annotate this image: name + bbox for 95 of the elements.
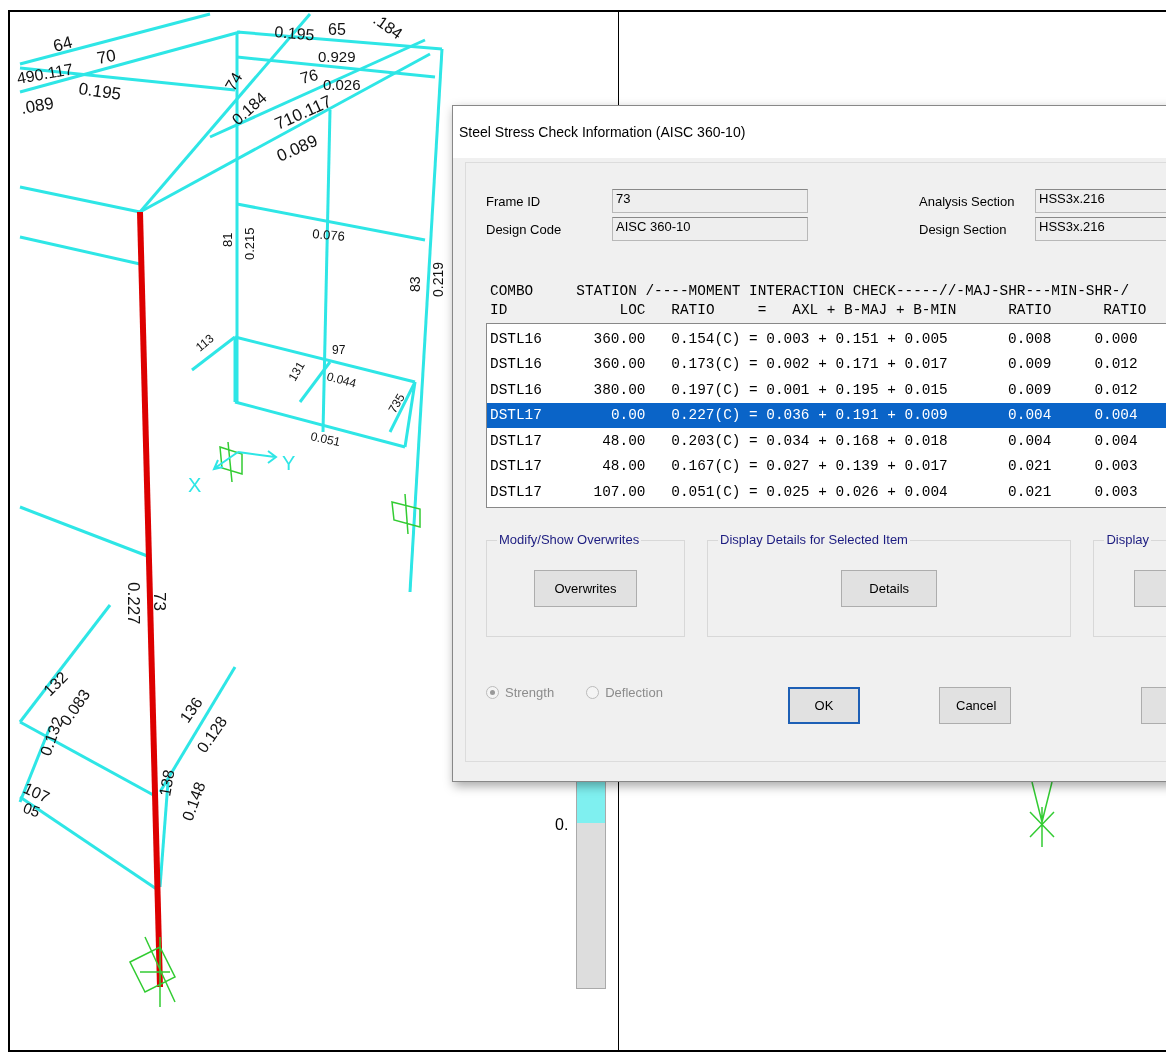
table-cell-text: 0.173(C) = 0.002 + 0.171 + 0.017 [670, 356, 948, 373]
axis-label: X [188, 474, 202, 496]
table-cell-text: 0.021 [1007, 458, 1052, 475]
table-cell-text: 0.012 [1093, 381, 1138, 398]
member-label: 131 [285, 359, 308, 384]
table-cell-text: 0.154(C) = 0.003 + 0.151 + 0.005 [670, 330, 948, 347]
member-label: 65 [328, 21, 346, 38]
member-label: 0.219 [430, 261, 446, 297]
table-cell-text: DSTL16 [490, 356, 543, 373]
table-cell-text: DSTL17 [490, 483, 543, 500]
axis-icon [212, 450, 278, 471]
table-cell-text: 0.009 [1007, 356, 1052, 373]
table-cell-text: DSTL16 [490, 330, 543, 347]
support-icon [129, 936, 176, 1008]
dialog-button[interactable]: OK [788, 686, 860, 724]
support-icon [391, 493, 421, 535]
member-label: 490.117 [15, 60, 75, 87]
result-row[interactable]: DSTL17 48.00 0.167(C) = 0.027 + 0.139 + 0.017 0.021 0.003 [487, 453, 1166, 479]
member-label: 70 [95, 45, 118, 68]
table-cell-text: 0.008 [1007, 330, 1052, 347]
table-cell-text: 0.227(C) = 0.036 + 0.191 + 0.009 [670, 407, 948, 424]
column-header: COMBO STATION /----MOMENT INTERACTION CHECK-----//-MAJ-SHR---MIN-SHR-/ [490, 283, 1131, 301]
table-cell-text: 0.004 [1007, 432, 1052, 449]
member-label: 0.044 [325, 369, 358, 391]
readonly-field[interactable]: 73 [612, 189, 808, 213]
readonly-field[interactable]: HSS3x.216 [1035, 189, 1166, 213]
member-label: 64 [51, 32, 75, 56]
member-label: 0.076 [311, 226, 346, 244]
result-row[interactable]: DSTL17 107.00 0.051(C) = 0.025 + 0.026 + 0.004 0.021 0.003 [487, 479, 1166, 505]
table-cell-text: 0.167(C) = 0.027 + 0.139 + 0.017 [670, 458, 948, 475]
member-label: 0.195 [273, 23, 316, 44]
column-header: ID LOC RATIO = AXL + B-MAJ + B-MIN RATIO RATIO [490, 302, 1148, 320]
table-cell-text: DSTL16 [490, 381, 543, 398]
member-label: 76 [298, 65, 320, 87]
field-label: Design Section [919, 221, 1008, 237]
member-label: 0.215 [242, 227, 257, 260]
result-row[interactable]: DSTL17 48.00 0.203(C) = 0.034 + 0.168 + 0.018 0.004 0.004 [487, 428, 1166, 454]
support-icon [219, 441, 243, 483]
table-cell-text: DSTL17 [490, 432, 543, 449]
member-label: 73 [150, 592, 169, 611]
member-label: 0.227 [124, 582, 143, 625]
table-cell-text: 48.00 [601, 432, 646, 449]
field-label: Frame ID [486, 193, 542, 209]
table-cell-text: 0.00 [609, 407, 646, 424]
table-cell-text: 0.021 [1007, 483, 1052, 500]
table-cell-text: 0.012 [1093, 356, 1138, 373]
axis-label: Y [282, 452, 296, 474]
table-cell-text: 0.197(C) = 0.001 + 0.195 + 0.015 [670, 381, 948, 398]
table-cell-text: 0.003 [1093, 458, 1138, 475]
member-label: 81 [220, 232, 235, 247]
table-cell-text: 0.004 [1093, 407, 1138, 424]
table-cell-text: 0.009 [1007, 381, 1052, 398]
table-cell-text: 0.051(C) = 0.025 + 0.026 + 0.004 [670, 483, 948, 500]
table-cell-text: DSTL17 [490, 407, 543, 424]
table-cell-text: 360.00 [592, 330, 646, 347]
member-label: 735 [385, 391, 408, 416]
member-label: .089 [19, 93, 56, 118]
member-label: 0.195 [77, 79, 123, 104]
table-cell-text: 48.00 [601, 458, 646, 475]
result-row[interactable]: DSTL16 360.00 0.173(C) = 0.002 + 0.171 + 0.017 0.009 0.012 [487, 351, 1166, 377]
readonly-field[interactable]: AISC 360-10 [612, 217, 808, 241]
member-label: .184 [370, 12, 406, 43]
member-label: 0.089 [273, 131, 321, 166]
result-row[interactable]: DSTL17 0.00 0.227(C) = 0.036 + 0.191 + 0.009 0.004 0.004 [487, 402, 1166, 428]
radio-label: Deflection [605, 684, 663, 700]
result-row[interactable]: DSTL16 360.00 0.154(C) = 0.003 + 0.151 + 0.005 0.008 0.000 [487, 326, 1166, 352]
action-button[interactable]: Overwrites [534, 569, 638, 607]
field-label: Design Code [486, 221, 563, 237]
table-cell-text: 0.003 [1093, 483, 1138, 500]
result-row[interactable]: DSTL16 380.00 0.197(C) = 0.001 + 0.195 + 0.015 0.009 0.012 [487, 377, 1166, 403]
table-cell-text: 107.00 [592, 483, 646, 500]
member-label: 97 [332, 343, 346, 357]
member-label: 83 [407, 276, 423, 292]
radio-label: Strength [505, 684, 555, 700]
table-cell-text: 0.203(C) = 0.034 + 0.168 + 0.018 [670, 432, 948, 449]
readonly-field[interactable]: HSS3x.216 [1035, 217, 1166, 241]
table-cell-text: 380.00 [592, 381, 646, 398]
member-label: 0.929 [318, 48, 356, 65]
member-label: 74 [221, 69, 246, 94]
table-cell-text: 0.004 [1007, 407, 1052, 424]
table-cell-text: DSTL17 [490, 458, 543, 475]
table-cell-text: 0.000 [1093, 330, 1138, 347]
member-label: 113 [192, 331, 217, 355]
window-title: Steel Stress Check Information (AISC 360-10) [459, 124, 746, 140]
table-cell-text: 0.004 [1093, 432, 1138, 449]
field-label: Analysis Section [919, 193, 1016, 209]
member-label: 0.148 [178, 779, 209, 824]
member-label: 138 [156, 768, 178, 798]
member-label: 0.051 [309, 429, 342, 450]
dialog-button[interactable]: Cancel [939, 686, 1011, 724]
table-cell-text: 360.00 [592, 356, 646, 373]
action-button[interactable] [1134, 569, 1166, 607]
legend-value: 0. [555, 816, 569, 834]
member-label: 0.026 [323, 76, 361, 93]
action-button[interactable]: Details [841, 569, 938, 607]
